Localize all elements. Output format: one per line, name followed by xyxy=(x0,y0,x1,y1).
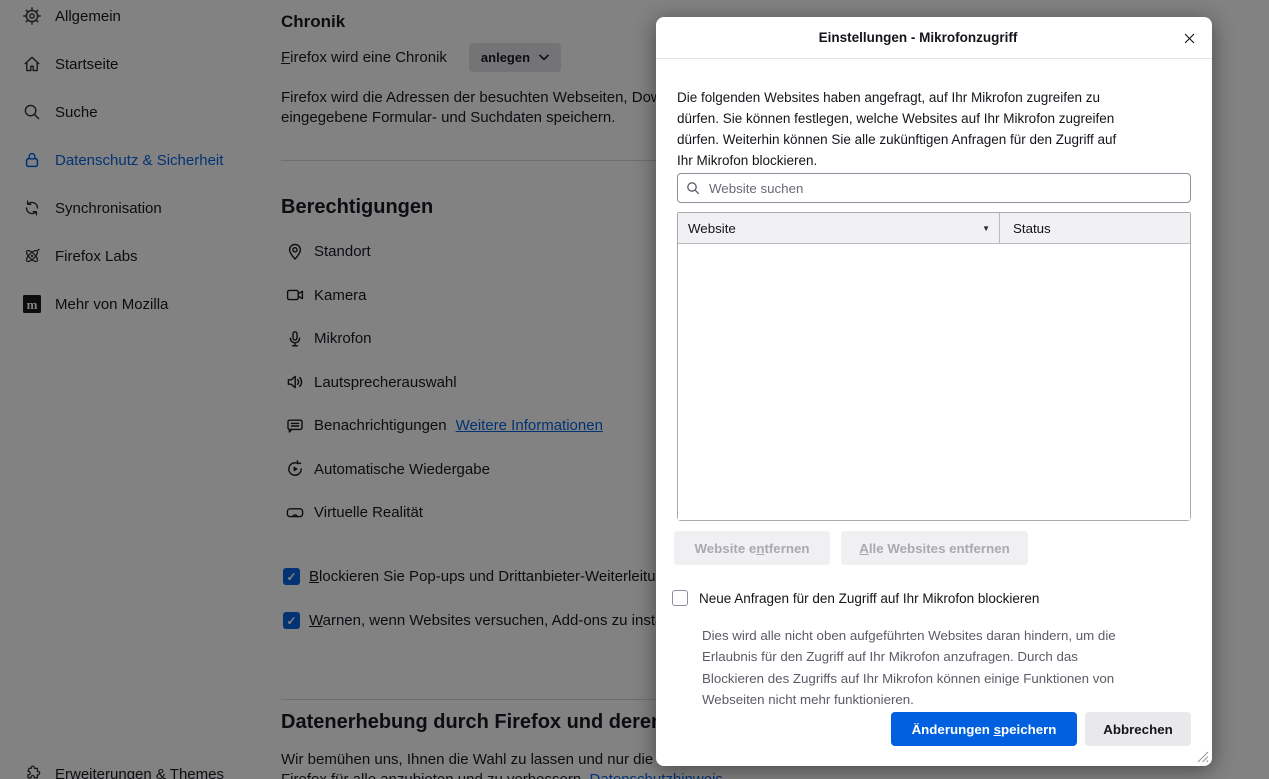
sort-descending-icon: ▼ xyxy=(982,223,990,233)
websites-table: Website ▼ Status xyxy=(677,212,1191,521)
dialog-header: Einstellungen - Mikrofonzugriff xyxy=(656,17,1212,59)
dialog-intro-text: Die folgenden Websites haben angefragt, … xyxy=(677,90,1117,168)
close-button[interactable] xyxy=(1177,26,1201,50)
search-icon xyxy=(687,182,700,195)
website-search xyxy=(677,173,1191,203)
remove-all-websites-button[interactable]: Alle Websites entfernen xyxy=(841,531,1028,565)
dialog-title: Einstellungen - Mikrofonzugriff xyxy=(818,30,1018,45)
firefox-settings-page: Allgemein Startseite Suche Datenschutz &… xyxy=(0,0,1269,779)
block-new-requests-row: Neue Anfragen für den Zugriff auf Ihr Mi… xyxy=(672,590,1039,606)
remove-website-button[interactable]: Website entfernen xyxy=(674,531,830,565)
block-new-requests-checkbox[interactable] xyxy=(672,590,688,606)
block-new-requests-label: Neue Anfragen für den Zugriff auf Ihr Mi… xyxy=(699,590,1040,606)
close-icon xyxy=(1184,33,1194,43)
websites-table-header: Website ▼ Status xyxy=(678,213,1190,244)
resize-grip[interactable] xyxy=(1196,750,1209,763)
cancel-button[interactable]: Abbrechen xyxy=(1085,712,1191,746)
list-action-buttons: Website entfernen Alle Websites entferne… xyxy=(674,531,1028,565)
microphone-permissions-dialog: Einstellungen - Mikrofonzugriff Die folg… xyxy=(656,17,1212,766)
save-changes-button[interactable]: Änderungen speichern xyxy=(891,712,1077,746)
column-header-website[interactable]: Website ▼ xyxy=(678,213,1000,243)
block-requests-note: Dies wird alle nicht oben aufgeführten W… xyxy=(702,628,1116,707)
column-label: Status xyxy=(1013,220,1051,236)
website-search-input[interactable] xyxy=(677,173,1191,203)
websites-table-body-empty[interactable] xyxy=(678,244,1190,520)
column-header-status[interactable]: Status xyxy=(1000,213,1190,243)
column-label: Website xyxy=(688,220,736,236)
